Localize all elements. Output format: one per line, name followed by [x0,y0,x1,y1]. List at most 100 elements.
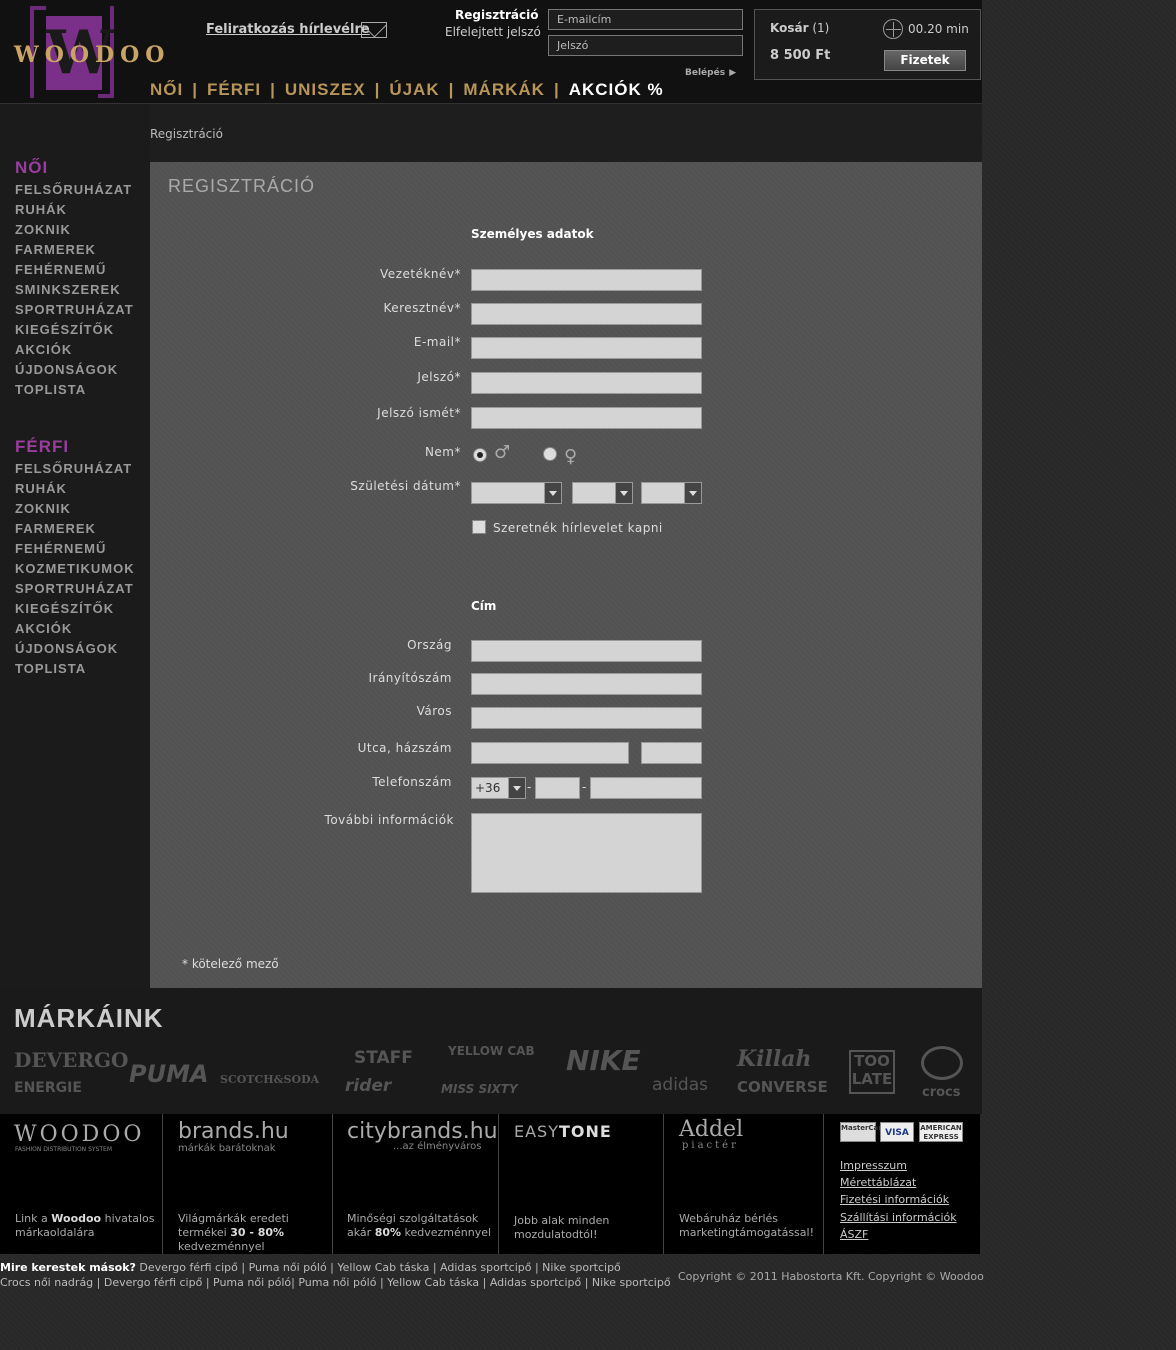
sidebar-item[interactable]: RUHÁK [15,202,67,217]
sidebar-item[interactable]: AKCIÓK [15,621,72,636]
search-links-line2[interactable]: Crocs női nadrág | Devergo férfi cipő | … [0,1276,671,1289]
password-field[interactable] [471,372,702,394]
phone-label: Telefonszám [372,775,452,789]
citybrands-sub: ...az élményváros [393,1141,482,1152]
login-button[interactable]: Belépés ▶ [685,64,736,78]
sidebar-item[interactable]: KIEGÉSZÍTŐK [15,322,114,337]
payment-info-link[interactable]: Fizetési információk [840,1193,949,1206]
sidebar-item[interactable]: AKCIÓK [15,342,72,357]
nike-logo[interactable]: NIKE [566,1044,641,1077]
extra-info-textarea[interactable] [471,813,702,893]
forgot-password-link[interactable]: Elfelejtett jelszó [445,25,541,39]
shipping-info-link[interactable]: Szállítási információk [840,1211,957,1224]
nav-men[interactable]: FÉRFI [207,80,261,99]
woodoo-logo[interactable]: W WOODOO [14,6,164,98]
footer-col-citybrands[interactable]: citybrands.hu ...az élményváros Minőségi… [333,1114,499,1254]
register-link[interactable]: Regisztráció [455,8,538,22]
miss-sixty-logo[interactable]: MISS SIXTY [441,1082,518,1096]
staff-logo[interactable]: STAFF [354,1048,413,1068]
sidebar-item[interactable]: FARMEREK [15,242,96,257]
energie-logo[interactable]: ENERGIE [14,1080,82,1096]
female-icon: ♀ [564,446,578,467]
main-nav: NŐI | FÉRFI | UNISZEX | ÚJAK | MÁRKÁK | AKCIÓK % [150,80,664,100]
sidebar-item[interactable]: FELSŐRUHÁZAT [15,182,132,197]
sidebar-item[interactable]: ZOKNIK [15,222,71,237]
phone-area-input[interactable] [535,777,580,799]
lastname-input[interactable] [471,269,702,291]
nav-new[interactable]: ÚJAK [389,80,439,99]
house-number-input[interactable] [641,742,702,764]
converse-logo[interactable]: CONVERSE [737,1078,828,1096]
sidebar-item[interactable]: FEHÉRNEMŰ [15,541,106,556]
password-input[interactable]: Jelszó [548,35,743,56]
password-repeat-field[interactable] [471,407,702,429]
sidebar-item[interactable]: ÚJDONSÁGOK [15,362,118,377]
city-input[interactable] [471,707,702,729]
gender-female-radio[interactable] [543,447,557,461]
search-links[interactable]: Devergo férfi cipő | Puma női póló | Yel… [139,1261,620,1274]
sidebar-item[interactable]: FARMEREK [15,521,96,536]
sidebar-item[interactable]: FELSŐRUHÁZAT [15,461,132,476]
sidebar-item[interactable]: ÚJDONSÁGOK [15,641,118,656]
sidebar-item[interactable]: RUHÁK [15,481,67,496]
footer-col-woodoo[interactable]: WOODOO FASHION DISTRIBUTION SYSTEM Link … [0,1114,163,1254]
sidebar-item[interactable]: TOPLISTA [15,661,86,676]
phone-prefix-select[interactable]: +36 [471,777,526,799]
puma-logo[interactable]: PUMA [129,1060,209,1088]
phone-number-input[interactable] [590,777,702,799]
lastname-label: Vezetéknév* [380,267,461,281]
scotch-soda-logo[interactable]: SCOTCH&SODA [220,1073,319,1086]
birth-year-select[interactable] [471,482,562,504]
woodoo-footer-desc: Link a Woodoo hivatalos márkaoldalára [15,1212,155,1239]
cart-count: (1) [812,21,830,35]
cart-box: Kosár (1) 8 500 Ft 00.20 min Fizetek [754,9,981,80]
newsletter-link[interactable]: Feliratkozás hírlevélre [206,22,370,37]
nav-unisex[interactable]: UNISZEX [285,80,366,99]
terms-link[interactable]: ÁSZF [840,1228,868,1241]
email-input[interactable]: E-mailcím [548,9,743,30]
sidebar-item[interactable]: ZOKNIK [15,501,71,516]
sidebar-item[interactable]: TOPLISTA [15,382,86,397]
size-chart-link[interactable]: Mérettáblázat [840,1176,916,1189]
sidebar-men-title[interactable]: FÉRFI [15,437,69,457]
chevron-down-icon [615,483,632,503]
too-late-logo[interactable]: TOO LATE [849,1050,895,1094]
gender-male-radio[interactable] [473,448,487,462]
arrow-right-icon: ▶ [729,68,737,78]
sidebar-item[interactable]: SMINKSZEREK [15,282,121,297]
sidebar-item[interactable]: SPORTRUHÁZAT [15,302,134,317]
nav-brands[interactable]: MÁRKÁK [463,80,545,99]
yellow-cab-logo[interactable]: YELLOW CAB [448,1044,535,1058]
cart-title[interactable]: Kosár (1) [770,21,829,35]
email-field[interactable] [471,337,702,359]
envelope-icon[interactable] [361,22,387,38]
birth-day-select[interactable] [641,482,702,504]
devergo-logo[interactable]: DEVERGO [14,1048,128,1072]
country-input[interactable] [471,640,702,662]
sidebar-item[interactable]: KIEGÉSZÍTŐK [15,601,114,616]
firstname-input[interactable] [471,303,702,325]
killah-logo[interactable]: Killah [737,1046,811,1072]
search-links-line1[interactable]: Mire kerestek mások? Devergo férfi cipő … [0,1261,621,1274]
pay-button[interactable]: Fizetek [884,50,966,71]
nav-sales[interactable]: AKCIÓK % [569,80,664,99]
impresszum-link[interactable]: Impresszum [840,1159,907,1172]
street-input[interactable] [471,742,629,764]
sidebar-item[interactable]: KOZMETIKUMOK [15,561,135,576]
extra-info-label: További információk [324,813,454,827]
rider-logo[interactable]: rider [345,1076,391,1096]
sidebar-item[interactable]: SPORTRUHÁZAT [15,581,134,596]
zip-input[interactable] [471,673,702,695]
newsletter-checkbox[interactable] [472,520,486,534]
footer-col-addel[interactable]: Addel piactér Webáruház bérlés marketing… [664,1114,824,1254]
country-label: Ország [407,638,452,652]
crocs-logo[interactable]: crocs [922,1085,961,1100]
birth-month-select[interactable] [572,482,633,504]
nav-women[interactable]: NŐI [150,80,183,99]
footer-col-brandshu[interactable]: brands.hu márkák barátoknak Világmárkák … [163,1114,333,1254]
sidebar-item[interactable]: FEHÉRNEMŰ [15,262,106,277]
cart-timer: 00.20 min [908,22,969,36]
sidebar-women-title[interactable]: NŐI [15,158,48,178]
adidas-logo[interactable]: adidas [652,1075,708,1095]
footer-col-easytone[interactable]: EASYTONE Jobb alak minden mozdulatodtól! [499,1114,664,1254]
